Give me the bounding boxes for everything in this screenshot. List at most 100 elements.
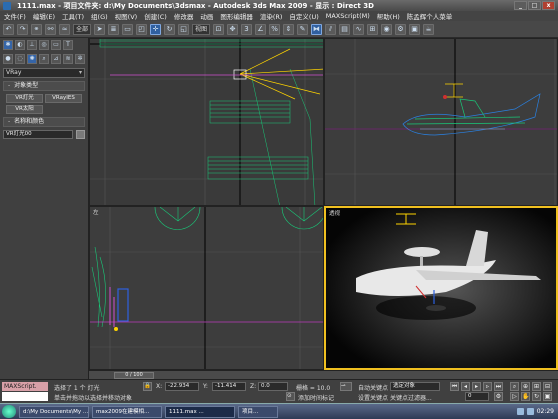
- network-icon[interactable]: [516, 408, 524, 415]
- zoom-extents-all-icon[interactable]: ⊟: [543, 382, 552, 391]
- rotate-icon[interactable]: ↻: [164, 23, 176, 35]
- viewport-top-right[interactable]: [324, 38, 558, 206]
- viewport-bottom-left[interactable]: 左: [89, 206, 324, 370]
- align-icon[interactable]: ⫽: [325, 23, 337, 35]
- motion-tab-icon[interactable]: ◎: [39, 40, 49, 50]
- selection-filter-dropdown[interactable]: 全部: [73, 23, 92, 35]
- layer-icon[interactable]: ▤: [339, 23, 351, 35]
- shapes-icon[interactable]: ◌: [15, 54, 25, 64]
- go-to-start-icon[interactable]: ⏮: [450, 382, 459, 391]
- menu-item[interactable]: 修改器: [174, 11, 194, 21]
- set-key-button[interactable]: 设置关键点: [358, 393, 388, 402]
- taskbar-item[interactable]: 1111.max ...: [165, 405, 235, 418]
- viewport-perspective[interactable]: 透视: [324, 206, 558, 370]
- volume-icon[interactable]: [526, 408, 534, 415]
- render-setup-icon[interactable]: ⚙: [395, 23, 407, 35]
- time-slider-track[interactable]: 0 / 100: [89, 370, 558, 379]
- menu-item[interactable]: 视图(V): [115, 11, 138, 21]
- menu-item[interactable]: 文件(F): [4, 11, 26, 21]
- key-mode-icon[interactable]: ⊸: [340, 382, 352, 391]
- space-warps-icon[interactable]: ≋: [63, 54, 73, 64]
- menu-item[interactable]: 自定义(U): [289, 11, 318, 21]
- scale-icon[interactable]: ◱: [178, 23, 190, 35]
- cameras-icon[interactable]: ⌕: [39, 54, 49, 64]
- maximize-viewport-icon[interactable]: ▣: [543, 392, 552, 401]
- add-time-tag[interactable]: 添加时间标记: [298, 393, 334, 402]
- go-to-end-icon[interactable]: ⏭: [494, 382, 503, 391]
- pan-icon[interactable]: ✋: [521, 392, 530, 401]
- select-icon[interactable]: ➤: [94, 23, 106, 35]
- spinner-snap-icon[interactable]: ⇕: [283, 23, 295, 35]
- auto-key-button[interactable]: 自动关键点: [358, 383, 388, 392]
- object-type-button[interactable]: VR太阳: [6, 105, 43, 114]
- z-coord-field[interactable]: 0.0: [258, 382, 288, 391]
- taskbar-item[interactable]: d:\My Documents\My ...: [19, 405, 89, 418]
- mirror-icon[interactable]: ⧓: [311, 23, 323, 35]
- select-by-name-icon[interactable]: ≣: [108, 23, 120, 35]
- named-selection-icon[interactable]: ✎: [297, 23, 309, 35]
- prev-frame-icon[interactable]: ◂: [461, 382, 470, 391]
- category-dropdown[interactable]: VRay: [3, 68, 85, 78]
- object-name-field[interactable]: VR灯光00: [3, 130, 73, 139]
- maxscript-input[interactable]: [2, 392, 48, 401]
- lock-selection-icon[interactable]: 🔒: [143, 382, 152, 391]
- curve-editor-icon[interactable]: ∿: [353, 23, 365, 35]
- zoom-extents-icon[interactable]: ⊞: [532, 382, 541, 391]
- maxscript-listener[interactable]: MAXScript.: [2, 382, 48, 391]
- hierarchy-tab-icon[interactable]: ⊥: [27, 40, 37, 50]
- time-tag-icon[interactable]: ⊙: [286, 392, 295, 401]
- bind-space-warp-icon[interactable]: ≈: [59, 23, 70, 35]
- time-slider[interactable]: 0 / 100: [114, 372, 154, 379]
- menu-item[interactable]: 陈孟辉个人菜单: [407, 11, 453, 21]
- selected-objects-dropdown[interactable]: 选定对象: [390, 382, 440, 391]
- modify-tab-icon[interactable]: ◐: [15, 40, 25, 50]
- minimize-button[interactable]: _: [514, 1, 527, 10]
- systems-icon[interactable]: ✲: [75, 54, 85, 64]
- maximize-button[interactable]: □: [528, 1, 541, 10]
- menu-item[interactable]: MAXScript(M): [326, 12, 370, 20]
- link-icon[interactable]: ⚭: [31, 23, 42, 35]
- menu-item[interactable]: 工具(T): [62, 11, 84, 21]
- percent-snap-icon[interactable]: %: [269, 23, 281, 35]
- angle-snap-icon[interactable]: ∠: [255, 23, 267, 35]
- menu-item[interactable]: 动画: [200, 11, 213, 21]
- menu-item[interactable]: 图形编辑器: [220, 11, 253, 21]
- window-crossing-icon[interactable]: ◰: [136, 23, 148, 35]
- start-button[interactable]: [2, 405, 16, 418]
- utilities-tab-icon[interactable]: T: [63, 40, 73, 50]
- render-icon[interactable]: ☕: [423, 23, 435, 35]
- unlink-icon[interactable]: ⚯: [45, 23, 56, 35]
- redo-icon[interactable]: ↷: [17, 23, 28, 35]
- move-icon[interactable]: ✛: [150, 23, 162, 35]
- taskbar-item[interactable]: max2009在建模相...: [92, 405, 162, 418]
- zoom-icon[interactable]: ⌕: [510, 382, 519, 391]
- taskbar-item[interactable]: 项目...: [238, 405, 278, 418]
- undo-icon[interactable]: ↶: [3, 23, 14, 35]
- y-coord-field[interactable]: -11.414: [212, 382, 246, 391]
- key-filters-button[interactable]: 关键点过滤器...: [390, 393, 432, 402]
- geometry-icon[interactable]: ●: [3, 54, 13, 64]
- object-type-button[interactable]: VRayIES: [45, 94, 82, 103]
- next-frame-icon[interactable]: ▹: [483, 382, 492, 391]
- name-color-rollout[interactable]: - 名称和颜色: [3, 117, 85, 127]
- helpers-icon[interactable]: ⊿: [51, 54, 61, 64]
- viewport-top-left[interactable]: [89, 38, 324, 206]
- object-type-rollout[interactable]: - 对象类型: [3, 81, 85, 91]
- object-color-swatch[interactable]: [76, 130, 85, 139]
- select-manipulate-icon[interactable]: ✥: [227, 23, 239, 35]
- close-button[interactable]: x: [542, 1, 555, 10]
- 3dsmax-app-icon[interactable]: [3, 1, 11, 10]
- orbit-icon[interactable]: ↻: [532, 392, 541, 401]
- menu-item[interactable]: 创建(C): [144, 11, 167, 21]
- zoom-all-icon[interactable]: ⊕: [521, 382, 530, 391]
- current-frame-field[interactable]: 0: [465, 392, 489, 401]
- pivot-icon[interactable]: ⊡: [213, 23, 225, 35]
- time-config-icon[interactable]: ⚙: [494, 392, 503, 401]
- schematic-icon[interactable]: ⊞: [367, 23, 379, 35]
- menu-item[interactable]: 组(G): [91, 11, 108, 21]
- menu-item[interactable]: 渲染(R): [260, 11, 283, 21]
- lights-icon[interactable]: ✺: [27, 54, 37, 64]
- menu-item[interactable]: 帮助(H): [377, 11, 400, 21]
- create-tab-icon[interactable]: ✱: [3, 40, 13, 50]
- object-type-button[interactable]: VR灯光: [6, 94, 43, 103]
